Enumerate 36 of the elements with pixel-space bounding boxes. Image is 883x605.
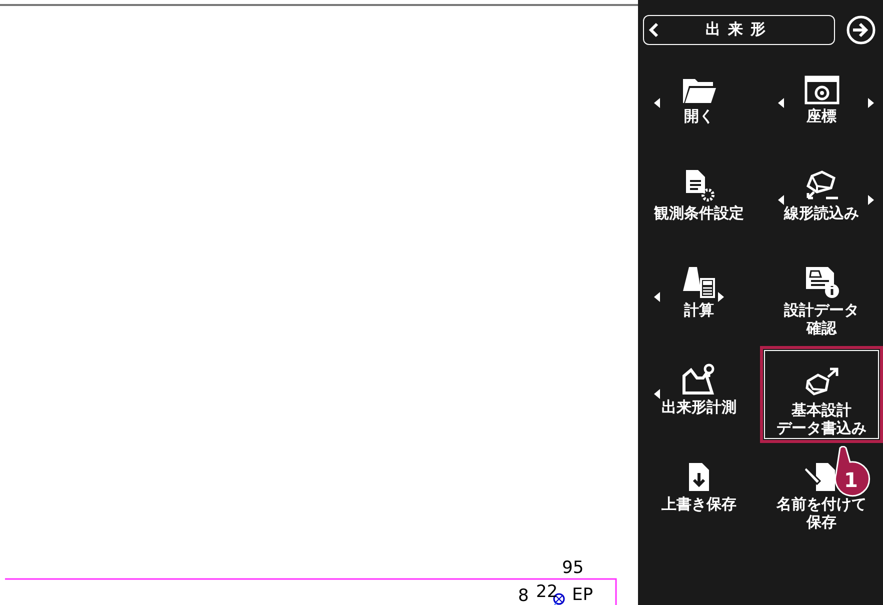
back-chevron-icon (648, 22, 660, 38)
button-label: 基本設計 (792, 401, 852, 419)
point-label: 95 (562, 560, 584, 577)
toolbar-button[interactable]: 計算 (638, 249, 760, 346)
camera-window-icon (804, 75, 840, 105)
toolbar-button[interactable]: 上書き保存 (638, 443, 760, 540)
button-label: 確認 (806, 319, 836, 337)
button-label: 計算 (684, 301, 714, 319)
toolbar-button[interactable]: 基本設計 データ書込み (760, 346, 883, 443)
point-label: EP (572, 587, 593, 604)
folder-icon (681, 77, 717, 105)
map-pin-icon (681, 362, 717, 396)
road-calculator-icon (681, 265, 717, 299)
arrow-circle-icon[interactable] (845, 14, 877, 46)
road-model-icon (804, 170, 840, 202)
button-label: 名前を付けて (776, 495, 866, 513)
toolbar-button[interactable]: 線形読込み (760, 152, 883, 249)
button-label: データ書込み (776, 419, 866, 437)
toolbar-button[interactable]: 開く (638, 55, 760, 152)
button-label: 出来形計測 (662, 398, 736, 416)
document-download-icon (687, 461, 711, 493)
point-label: 8 (518, 588, 529, 605)
button-label: 設計データ (784, 301, 859, 319)
button-label: 座標 (806, 107, 836, 125)
button-label: 保存 (806, 513, 836, 531)
button-label: 観測条件設定 (654, 204, 744, 222)
point-label: 22 (536, 584, 558, 601)
panel-title-button[interactable]: 出来形 (643, 14, 835, 44)
button-label: 線形読込み (784, 204, 859, 222)
toolbar-button[interactable]: 座標 (760, 55, 883, 152)
toolbar-button[interactable]: 設計データ 確認 (760, 249, 883, 346)
button-label: 上書き保存 (662, 495, 736, 513)
toolbar-button[interactable]: 出来形計測 (638, 346, 760, 443)
button-label: 開く (684, 107, 714, 125)
toolbar-button[interactable]: 観測条件設定 (638, 152, 760, 249)
callout-badge: 1 (832, 446, 872, 498)
